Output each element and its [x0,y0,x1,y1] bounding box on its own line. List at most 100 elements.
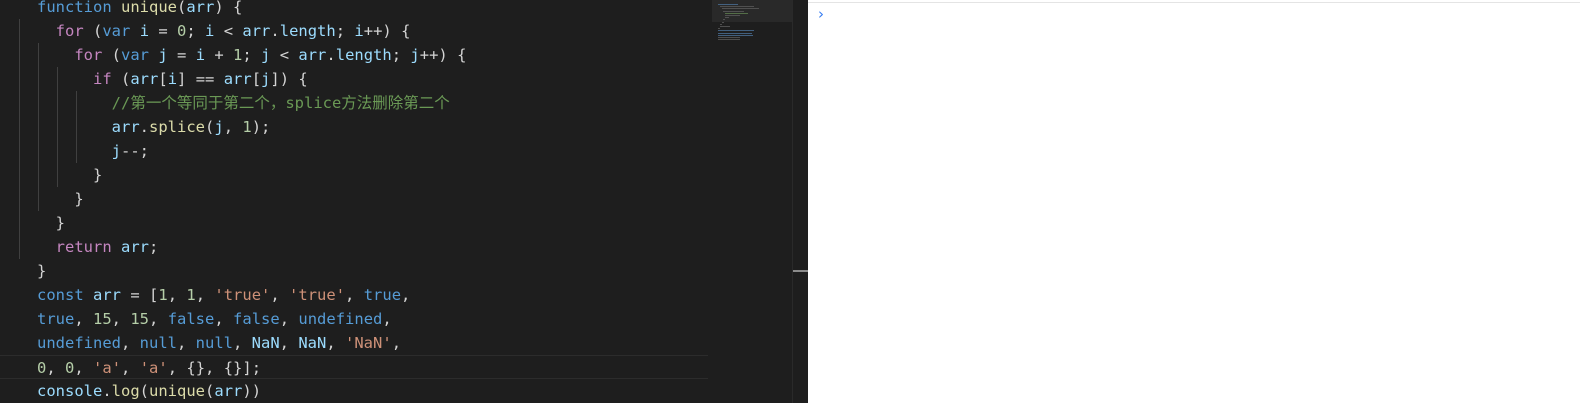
code-token: 15 [93,310,112,328]
code-token: if [93,70,112,88]
code-line[interactable]: true, 15, 15, false, false, undefined, [0,307,708,331]
code-token: 'a' [139,359,168,377]
minimap-line [718,34,754,36]
indent-guide [19,43,20,67]
code-token: splice [149,118,205,136]
code-token: log [111,382,140,400]
code-token: NaN [251,334,280,352]
minimap-line [718,37,740,38]
code-token: console [37,382,103,400]
devtools-console[interactable]: › [808,0,1580,403]
code-token: , [279,310,299,328]
minimap-line [718,4,738,5]
code-token: 'NaN' [345,334,392,352]
code-token: const [37,286,84,304]
code-token: , [345,286,364,304]
code-token: , [74,310,93,328]
code-token: null [139,334,177,352]
code-token: j [214,118,224,136]
indent-guide [19,211,20,235]
minimap-line [718,28,720,30]
code-line-text: } [37,163,102,187]
indent-guide [19,19,20,43]
code-token: i [195,46,206,64]
code-token: var [121,46,149,64]
code-line[interactable]: const arr = [1, 1, 'true', 'true', true, [0,283,708,307]
console-prompt-icon[interactable]: › [818,5,824,23]
code-token: )) [242,382,262,400]
code-token: true [37,310,75,328]
code-line-text: for (var i = 0; i < arr.length; i++) { [37,19,411,43]
code-token: NaN [298,334,327,352]
code-token: = [167,46,196,64]
minimap-line [718,32,753,34]
code-editor[interactable]: function unique(arr) { for ( var i = 0; i… [0,0,808,403]
code-token: , [167,286,187,304]
code-line-text: for (var j = i + 1; j < arr.length; j++)… [37,43,466,67]
code-token: , [279,334,299,352]
code-token: arr [93,286,122,304]
code-token: i [167,70,178,88]
code-token: , [177,334,196,352]
code-token: ] == [177,70,224,88]
code-token: 1 [242,118,252,136]
code-line[interactable]: undefined, null, null, NaN, NaN, 'NaN', [0,331,708,355]
code-token: , [382,310,392,328]
code-token: length [279,22,336,40]
code-line[interactable]: if (arr[i] == arr[j]) { [0,67,708,91]
code-token: , [326,334,346,352]
code-line[interactable]: } [0,187,708,211]
code-token: ; [242,46,262,64]
code-line[interactable]: arr.splice(j, 1); [0,115,708,139]
code-token: ++) { [363,22,411,40]
console-divider [808,2,1580,3]
code-token: arr [214,382,243,400]
code-token: , [121,359,140,377]
code-line-text: //第一个等同于第二个，splice方法删除第二个 [37,91,450,115]
code-line[interactable]: //第一个等同于第二个，splice方法删除第二个 [0,91,708,115]
code-token: unique [149,382,206,400]
code-token: [ [251,70,262,88]
code-line-text: j--; [37,139,149,163]
code-line-text: undefined, null, null, NaN, NaN, 'NaN', [37,331,401,355]
code-token: arr [242,22,271,40]
code-token: 15 [130,310,150,328]
code-line[interactable]: for (var j = i + 1; j < arr.length; j++)… [0,43,708,67]
code-line[interactable]: } [0,259,708,283]
code-area[interactable]: function unique(arr) { for ( var i = 0; i… [0,0,708,403]
code-line[interactable]: for (var i = 0; i < arr.length; i++) { [0,19,708,43]
minimap-line [718,39,740,41]
minimap-line [719,6,754,8]
code-token: i [139,22,150,40]
code-token: < [214,22,243,40]
code-token: < [270,46,299,64]
code-token: unique [121,0,177,16]
code-line[interactable]: j--; [0,139,708,163]
code-token: , [401,286,411,304]
code-line[interactable]: } [0,211,708,235]
code-line[interactable]: } [0,163,708,187]
vertical-scrollbar[interactable] [792,0,808,403]
code-token: for [74,46,103,64]
code-token: ; [149,238,159,256]
minimap[interactable] [712,0,792,403]
code-line-text: arr.splice(j, 1); [37,115,271,139]
code-line[interactable]: function unique(arr) { [0,0,708,19]
code-token: arr [223,70,252,88]
code-token: ( [111,70,131,88]
code-line[interactable]: return arr; [0,235,708,259]
code-line[interactable]: console.log(unique(arr)) [0,379,708,403]
code-token: } [37,166,103,184]
code-token: 0 [65,359,75,377]
code-token: . [102,382,112,400]
code-token: ( [177,0,187,16]
code-line[interactable]: 0, 0, 'a', 'a', {}, {}]; [0,355,708,379]
code-token: ) { [214,0,243,16]
code-token: , [223,118,243,136]
code-token: arr [130,70,159,88]
code-token: i [205,22,215,40]
code-token: j [261,46,271,64]
